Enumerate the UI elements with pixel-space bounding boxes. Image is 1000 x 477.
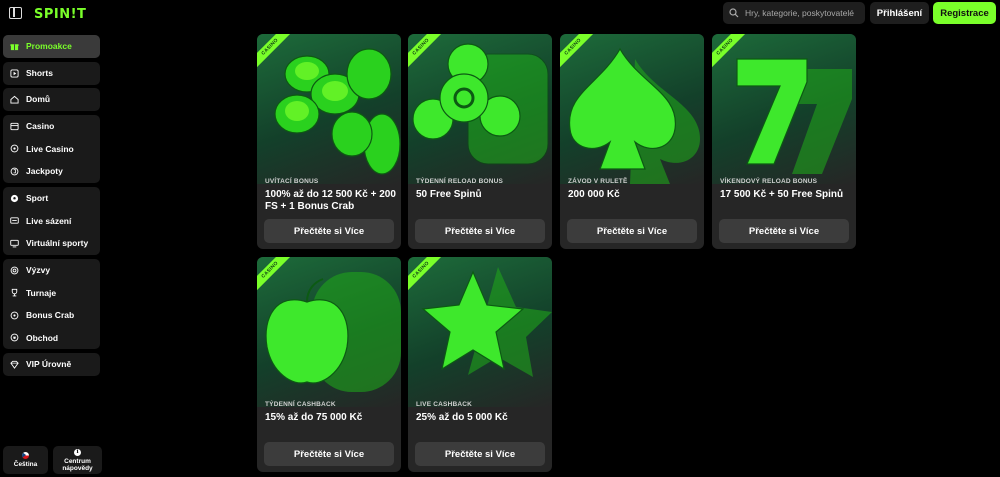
sidebar-item-label: Turnaje [26, 287, 57, 298]
read-more-button[interactable]: Přečtěte si Více [264, 442, 394, 466]
promo-tag: ZÁVOD V RULETĚ [568, 178, 628, 185]
sidebar-item-live-sazeni[interactable]: Live sázení [3, 210, 100, 233]
sidebar-group-extras: Výzvy Turnaje Bonus Crab Obchod [3, 259, 100, 349]
apple-icon [257, 257, 401, 407]
challenge-icon [10, 266, 19, 275]
read-more-button[interactable]: Přečtěte si Více [264, 219, 394, 243]
promo-card[interactable]: CASINO LIVE CASHBACK 25% až do 5 000 Kč … [408, 257, 552, 472]
spade-icon [560, 34, 704, 184]
spinner-icon [408, 34, 552, 184]
sidebar-item-vip-urovne[interactable]: VIP Úrovně [3, 353, 100, 376]
promo-tag: TÝDENNÍ CASHBACK [265, 401, 336, 408]
sidebar-item-label: Shorts [26, 68, 53, 79]
register-button[interactable]: Registrace [933, 2, 996, 24]
play-icon [10, 69, 19, 78]
promo-card[interactable]: CASINO TÝDENNÍ RELOAD BONUS 50 Free Spin… [408, 34, 552, 249]
read-more-button[interactable]: Přečtěte si Více [415, 442, 545, 466]
chips-icon [257, 34, 401, 184]
top-bar: SPIN!T Přihlášení Registrace [0, 0, 1000, 28]
promo-tag: VÍKENDOVÝ RELOAD BONUS [720, 178, 818, 185]
sidebar-item-virtualni-sporty[interactable]: Virtuální sporty [3, 232, 100, 255]
jackpot-icon [10, 167, 19, 176]
read-more-button[interactable]: Přečtěte si Více [719, 219, 849, 243]
promo-tag: LIVE CASHBACK [416, 401, 473, 408]
shop-icon [10, 333, 19, 342]
sidebar-item-vyzvy[interactable]: Výzvy [3, 259, 100, 282]
sidebar-item-jackpoty[interactable]: Jackpoty [3, 160, 100, 183]
read-more-button[interactable]: Přečtěte si Více [567, 219, 697, 243]
promo-title: 100% až do 12 500 Kč + 200 FS + 1 Bonus … [265, 189, 396, 212]
sidebar-item-obchod[interactable]: Obchod [3, 327, 100, 350]
sidebar-item-label: Sport [26, 193, 49, 204]
sidebar-item-promoakce[interactable]: Promoakce [3, 35, 100, 58]
sidebar-item-label: Live Casino [26, 143, 74, 154]
home-icon [10, 95, 19, 104]
sidebar-group-home: Domů [3, 88, 100, 111]
crab-icon [10, 311, 19, 320]
sidebar-item-label: VIP Úrovně [26, 359, 72, 370]
sidebar-item-label: Virtuální sporty [26, 238, 89, 249]
sidebar-item-label: Promoakce [26, 41, 72, 52]
sidebar-item-casino[interactable]: Casino [3, 115, 100, 138]
promo-card[interactable]: CASINO ZÁVOD V RULETĚ 200 000 Kč Přečtět… [560, 34, 704, 249]
sidebar-item-sport[interactable]: Sport [3, 187, 100, 210]
search-box[interactable] [723, 2, 865, 24]
live-icon [10, 144, 19, 153]
promo-title: 25% až do 5 000 Kč [416, 412, 508, 423]
promo-title: 200 000 Kč [568, 189, 620, 200]
sidebar-item-label: Bonus Crab [26, 310, 75, 321]
sidebar-item-label: Obchod [26, 332, 59, 343]
sidebar-item-label: Casino [26, 121, 55, 132]
gift-icon [10, 42, 19, 51]
search-icon [729, 8, 739, 18]
seven-icon [712, 34, 856, 184]
promo-tag: UVÍTACÍ BONUS [265, 178, 319, 185]
promo-title: 15% až do 75 000 Kč [265, 412, 363, 423]
sidebar-item-live-casino[interactable]: Live Casino [3, 138, 100, 161]
sidebar-item-domu[interactable]: Domů [3, 88, 100, 111]
sidebar-toggle-icon[interactable] [9, 7, 22, 19]
sidebar-item-bonus-crab[interactable]: Bonus Crab [3, 304, 100, 327]
promo-card[interactable]: CASINO VÍKENDOVÝ RELOAD BONUS 17 500 Kč … [712, 34, 856, 249]
ball-icon [10, 194, 19, 203]
diamond-icon [10, 360, 19, 369]
slot-machine-icon [10, 122, 19, 131]
search-input[interactable] [745, 8, 855, 18]
info-icon: i [74, 448, 81, 456]
sidebar-item-label: Live sázení [26, 215, 72, 226]
star-icon [408, 257, 552, 407]
sidebar-group-sport: Sport Live sázení Virtuální sporty [3, 187, 100, 255]
sidebar-item-label: Jackpoty [26, 166, 63, 177]
sidebar-item-turnaje[interactable]: Turnaje [3, 282, 100, 305]
sidebar-group-shorts: Shorts [3, 62, 100, 85]
language-button[interactable]: Čeština [3, 446, 48, 474]
logo[interactable]: SPIN!T [34, 7, 86, 22]
help-center-button[interactable]: i Centrum nápovědy [53, 446, 102, 474]
help-center-label: Centrum nápovědy [62, 457, 93, 472]
read-more-button[interactable]: Přečtěte si Více [415, 219, 545, 243]
promo-tag: TÝDENNÍ RELOAD BONUS [416, 178, 504, 185]
sidebar-item-shorts[interactable]: Shorts [3, 62, 100, 85]
sidebar-group-casino: Casino Live Casino Jackpoty [3, 115, 100, 183]
czech-flag-icon [22, 452, 29, 459]
live-betting-icon [10, 216, 19, 225]
promo-title: 17 500 Kč + 50 Free Spinů [720, 189, 844, 200]
sidebar-item-label: Domů [26, 94, 51, 105]
sidebar-group-promo: Promoakce [3, 35, 100, 58]
trophy-icon [10, 288, 19, 297]
promo-card[interactable]: CASINO TÝDENNÍ CASHBACK 15% až do 75 000… [257, 257, 401, 472]
language-label: Čeština [13, 461, 38, 468]
login-button[interactable]: Přihlášení [870, 2, 929, 24]
monitor-icon [10, 239, 19, 248]
sidebar-item-label: Výzvy [26, 265, 51, 276]
promo-card[interactable]: CASINO UVÍTACÍ BONUS 100% až do 12 500 K… [257, 34, 401, 249]
promo-title: 50 Free Spinů [416, 189, 482, 200]
sidebar-group-vip: VIP Úrovně [3, 353, 100, 376]
